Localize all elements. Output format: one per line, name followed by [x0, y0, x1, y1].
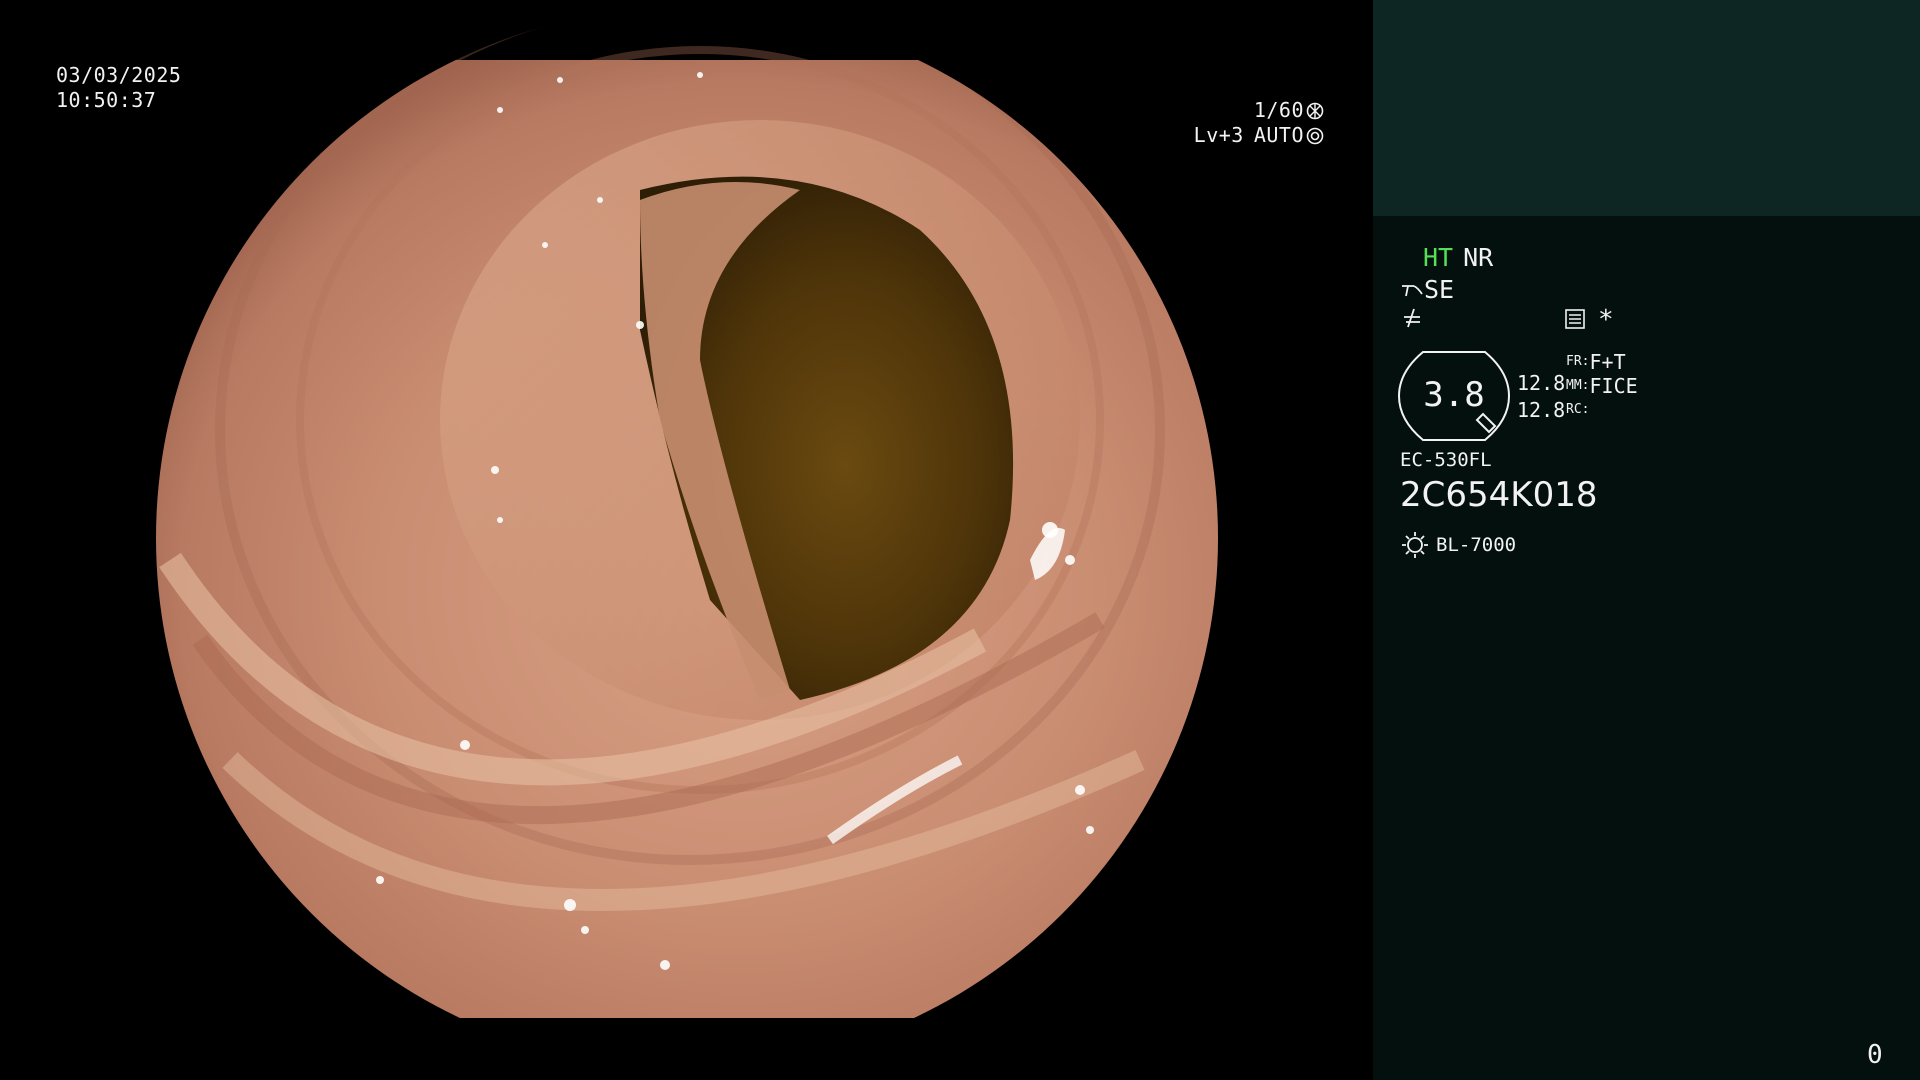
iris-mode-text: AUTO	[1253, 123, 1304, 147]
asterisk-indicator: *	[1598, 305, 1614, 335]
processing-mode-row: HT NR	[1423, 243, 1493, 272]
structure-enhance-icon	[1400, 280, 1424, 300]
memo-icon	[1564, 308, 1586, 334]
measurement-values: 12.8 12.8	[1517, 370, 1565, 424]
light-bulb-icon	[1400, 530, 1430, 560]
color-mode-icon	[1400, 305, 1424, 333]
zoom-display: 3.8	[1397, 350, 1511, 442]
date-text: 03/03/2025	[56, 63, 182, 87]
fr-label: FR:	[1566, 354, 1590, 369]
se-indicator: SE	[1424, 275, 1455, 304]
light-source-row: BL-7000	[1400, 530, 1516, 560]
iris-icon	[1306, 127, 1324, 145]
endoscope-view: 03/03/2025 10:50:37 1/60 Lv+3 AUTO	[0, 0, 1373, 1080]
light-source-text: BL-7000	[1436, 534, 1517, 556]
counter-text: 0	[1867, 1040, 1883, 1070]
scope-serial-text: 2C654K018	[1400, 475, 1598, 515]
shutter-speed-text: 1/60	[1253, 98, 1304, 122]
date-time-display: 03/03/2025 10:50:37	[56, 63, 181, 113]
ht-indicator: HT	[1423, 243, 1454, 272]
mode-settings: FR: F+T MM: FICE RC:	[1566, 350, 1638, 422]
structure-enhance-row: SE	[1400, 275, 1454, 304]
zoom-value-text: 3.8	[1423, 375, 1485, 415]
zoom-tip-icon	[1473, 412, 1501, 444]
brightness-level-text: Lv+3	[1193, 123, 1244, 147]
shutter-aperture-icon	[1306, 102, 1324, 120]
mm-value: FICE	[1589, 374, 1638, 398]
mm-label: MM:	[1566, 378, 1590, 393]
scope-model-text: EC-530FL	[1400, 449, 1492, 471]
value-2-text: 12.8	[1517, 398, 1566, 422]
endoscopic-image	[156, 7, 1218, 1018]
nr-indicator: NR	[1463, 243, 1494, 272]
exposure-display: 1/60 Lv+3 AUTO	[1194, 98, 1324, 148]
time-text: 10:50:37	[56, 88, 157, 112]
info-panel: HT NR SE * 3.8 12.8 12.8 FR: F+T MM: FICE …	[1373, 0, 1920, 1080]
fr-value: F+T	[1589, 350, 1626, 374]
rc-label: RC:	[1566, 402, 1590, 417]
value-1-text: 12.8	[1517, 371, 1566, 395]
panel-header-area	[1373, 0, 1920, 216]
